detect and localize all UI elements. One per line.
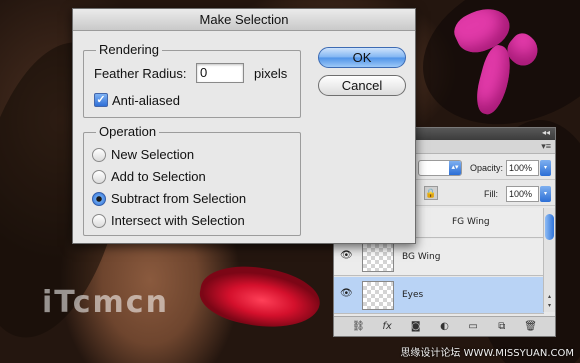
updown-arrow-icon[interactable]: ▴▾: [449, 161, 461, 175]
anti-aliased-label: Anti-aliased: [112, 93, 180, 108]
layer-thumbnail: [362, 243, 394, 272]
layers-scrollbar[interactable]: ▴ ▾: [543, 208, 555, 312]
make-selection-dialog: Make Selection Rendering Feather Radius:…: [72, 8, 416, 244]
trash-icon[interactable]: 🗑: [524, 321, 538, 332]
intersect-with-selection-radio[interactable]: [92, 214, 106, 228]
rendering-label: Rendering: [96, 42, 162, 57]
opacity-dropdown-icon[interactable]: ▾: [540, 160, 551, 176]
fill-dropdown-icon[interactable]: ▾: [540, 186, 551, 202]
layer-name: Eyes: [402, 290, 424, 300]
anti-aliased-checkbox[interactable]: ✓: [94, 93, 108, 107]
lock-icon[interactable]: 🔒: [424, 186, 438, 200]
ok-button[interactable]: OK: [318, 47, 406, 68]
panel-menu-icon[interactable]: ▾≡: [541, 141, 551, 152]
intersect-with-selection-label: Intersect with Selection: [111, 213, 245, 228]
scroll-down-icon[interactable]: ▾: [545, 302, 554, 311]
eye-icon[interactable]: 👁: [340, 251, 354, 261]
layer-name: BG Wing: [402, 252, 441, 262]
opacity-label: Opacity:: [470, 163, 504, 173]
fx-icon[interactable]: fx: [380, 321, 394, 332]
feather-radius-input[interactable]: 0: [196, 63, 244, 83]
new-layer-icon[interactable]: ⧉: [495, 321, 509, 332]
eye-icon[interactable]: 👁: [340, 289, 354, 299]
new-selection-label: New Selection: [111, 147, 195, 162]
layer-row-bg-wing[interactable]: 👁 BG Wing: [334, 239, 544, 276]
operation-label: Operation: [96, 124, 160, 139]
watermark-text: iTcmcn: [42, 285, 169, 320]
layers-toolbar: ⛓ fx ◙ ◐ ▭ ⧉ 🗑: [334, 316, 555, 336]
subtract-from-selection-label: Subtract from Selection: [111, 191, 247, 206]
dialog-title: Make Selection: [73, 9, 415, 31]
layer-name: FG Wing: [452, 217, 490, 227]
layer-row-eyes[interactable]: 👁 Eyes: [334, 277, 544, 314]
feather-radius-label: Feather Radius:: [94, 66, 187, 81]
fill-input[interactable]: 100%: [506, 186, 539, 202]
add-to-selection-label: Add to Selection: [111, 169, 206, 184]
adjustment-icon[interactable]: ◐: [437, 321, 451, 332]
layer-thumbnail: [362, 281, 394, 310]
folder-icon[interactable]: ▭: [466, 321, 480, 332]
link-icon[interactable]: ⛓: [351, 321, 365, 332]
blend-mode-select[interactable]: ▴▾: [418, 160, 462, 176]
new-selection-radio[interactable]: [92, 148, 106, 162]
credit-text: 思缘设计论坛 WWW.MISSYUAN.COM: [400, 348, 574, 359]
lips-shape: [195, 258, 325, 336]
scroll-up-icon[interactable]: ▴: [545, 293, 554, 302]
feather-unit-label: pixels: [254, 66, 288, 81]
scroll-thumb[interactable]: [545, 214, 554, 240]
mask-icon[interactable]: ◙: [409, 321, 423, 332]
opacity-input[interactable]: 100%: [506, 160, 539, 176]
subtract-from-selection-radio[interactable]: [92, 192, 106, 206]
operation-group: Operation New Selection Add to Selection…: [83, 124, 301, 236]
collapse-icon[interactable]: ◂◂: [542, 128, 550, 137]
rendering-group: Rendering Feather Radius: 0 pixels ✓ Ant…: [83, 42, 301, 118]
cancel-button[interactable]: Cancel: [318, 75, 406, 96]
fill-label: Fill:: [484, 189, 498, 199]
add-to-selection-radio[interactable]: [92, 170, 106, 184]
